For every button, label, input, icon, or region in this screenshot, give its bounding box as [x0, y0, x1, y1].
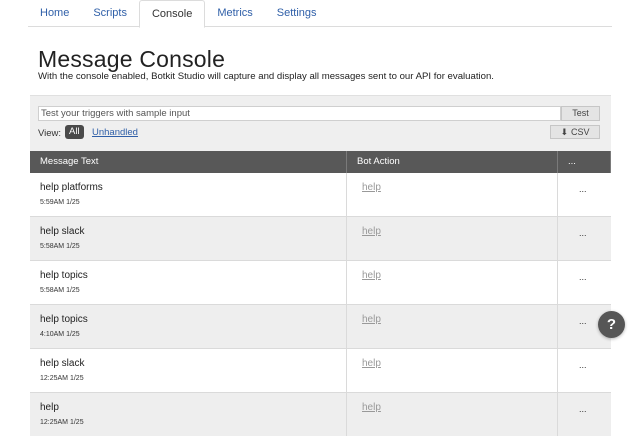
- message-time: 5:58AM 1/25: [40, 287, 80, 294]
- row-more-button[interactable]: ...: [579, 272, 587, 282]
- table-row: help topics 4:10AM 1/25 help ...: [30, 305, 611, 349]
- message-table: Message Text Bot Action ... help platfor…: [30, 151, 611, 436]
- table-row: help slack 12:25AM 1/25 help ...: [30, 349, 611, 393]
- bot-action-link[interactable]: help: [362, 358, 381, 369]
- row-more-button[interactable]: ...: [579, 184, 587, 194]
- row-more-button[interactable]: ...: [579, 228, 587, 238]
- download-icon: ⬇: [560, 127, 569, 137]
- table-row: help 12:25AM 1/25 help ...: [30, 393, 611, 436]
- row-more-button[interactable]: ...: [579, 316, 587, 326]
- help-icon[interactable]: ?: [598, 311, 625, 338]
- message-time: 12:25AM 1/25: [40, 419, 84, 426]
- message-time: 5:58AM 1/25: [40, 243, 80, 250]
- filter-unhandled-link[interactable]: Unhandled: [92, 127, 138, 138]
- table-row: help platforms 5:59AM 1/25 help ...: [30, 173, 611, 217]
- row-more-button[interactable]: ...: [579, 360, 587, 370]
- test-input[interactable]: [38, 106, 561, 121]
- table-row: help slack 5:58AM 1/25 help ...: [30, 217, 611, 261]
- message-time: 12:25AM 1/25: [40, 375, 84, 382]
- filter-all-button[interactable]: All: [65, 125, 84, 139]
- bot-action-link[interactable]: help: [362, 270, 381, 281]
- message-time: 4:10AM 1/25: [40, 331, 80, 338]
- message-text: help slack: [40, 358, 85, 369]
- test-panel: Test View: All Unhandled ⬇CSV: [30, 95, 611, 151]
- bot-action-link[interactable]: help: [362, 314, 381, 325]
- header-bot-action: Bot Action: [347, 151, 558, 173]
- tab-settings[interactable]: Settings: [265, 0, 329, 27]
- test-button[interactable]: Test: [561, 106, 600, 121]
- page-description: With the console enabled, Botkit Studio …: [38, 71, 494, 82]
- table-row: help topics 5:58AM 1/25 help ...: [30, 261, 611, 305]
- message-text: help topics: [40, 314, 88, 325]
- nav-tabs: Home Scripts Console Metrics Settings: [28, 0, 612, 28]
- message-text: help topics: [40, 270, 88, 281]
- header-more: ...: [558, 151, 611, 173]
- view-label: View:: [38, 128, 62, 139]
- message-time: 5:59AM 1/25: [40, 199, 80, 206]
- tab-home[interactable]: Home: [28, 0, 81, 27]
- message-text: help: [40, 402, 59, 413]
- bot-action-link[interactable]: help: [362, 182, 381, 193]
- header-message-text: Message Text: [30, 151, 347, 173]
- csv-download-button[interactable]: ⬇ CSV: [550, 125, 600, 139]
- page-title: Message Console: [38, 46, 226, 72]
- tab-scripts[interactable]: Scripts: [81, 0, 139, 27]
- tab-console[interactable]: Console: [138, 0, 206, 28]
- table-header: Message Text Bot Action ...: [30, 151, 611, 173]
- csv-label: CSV: [571, 127, 590, 137]
- bot-action-link[interactable]: help: [362, 226, 381, 237]
- message-text: help platforms: [40, 182, 103, 193]
- row-more-button[interactable]: ...: [579, 404, 587, 414]
- tab-metrics[interactable]: Metrics: [205, 0, 264, 27]
- bot-action-link[interactable]: help: [362, 402, 381, 413]
- message-text: help slack: [40, 226, 85, 237]
